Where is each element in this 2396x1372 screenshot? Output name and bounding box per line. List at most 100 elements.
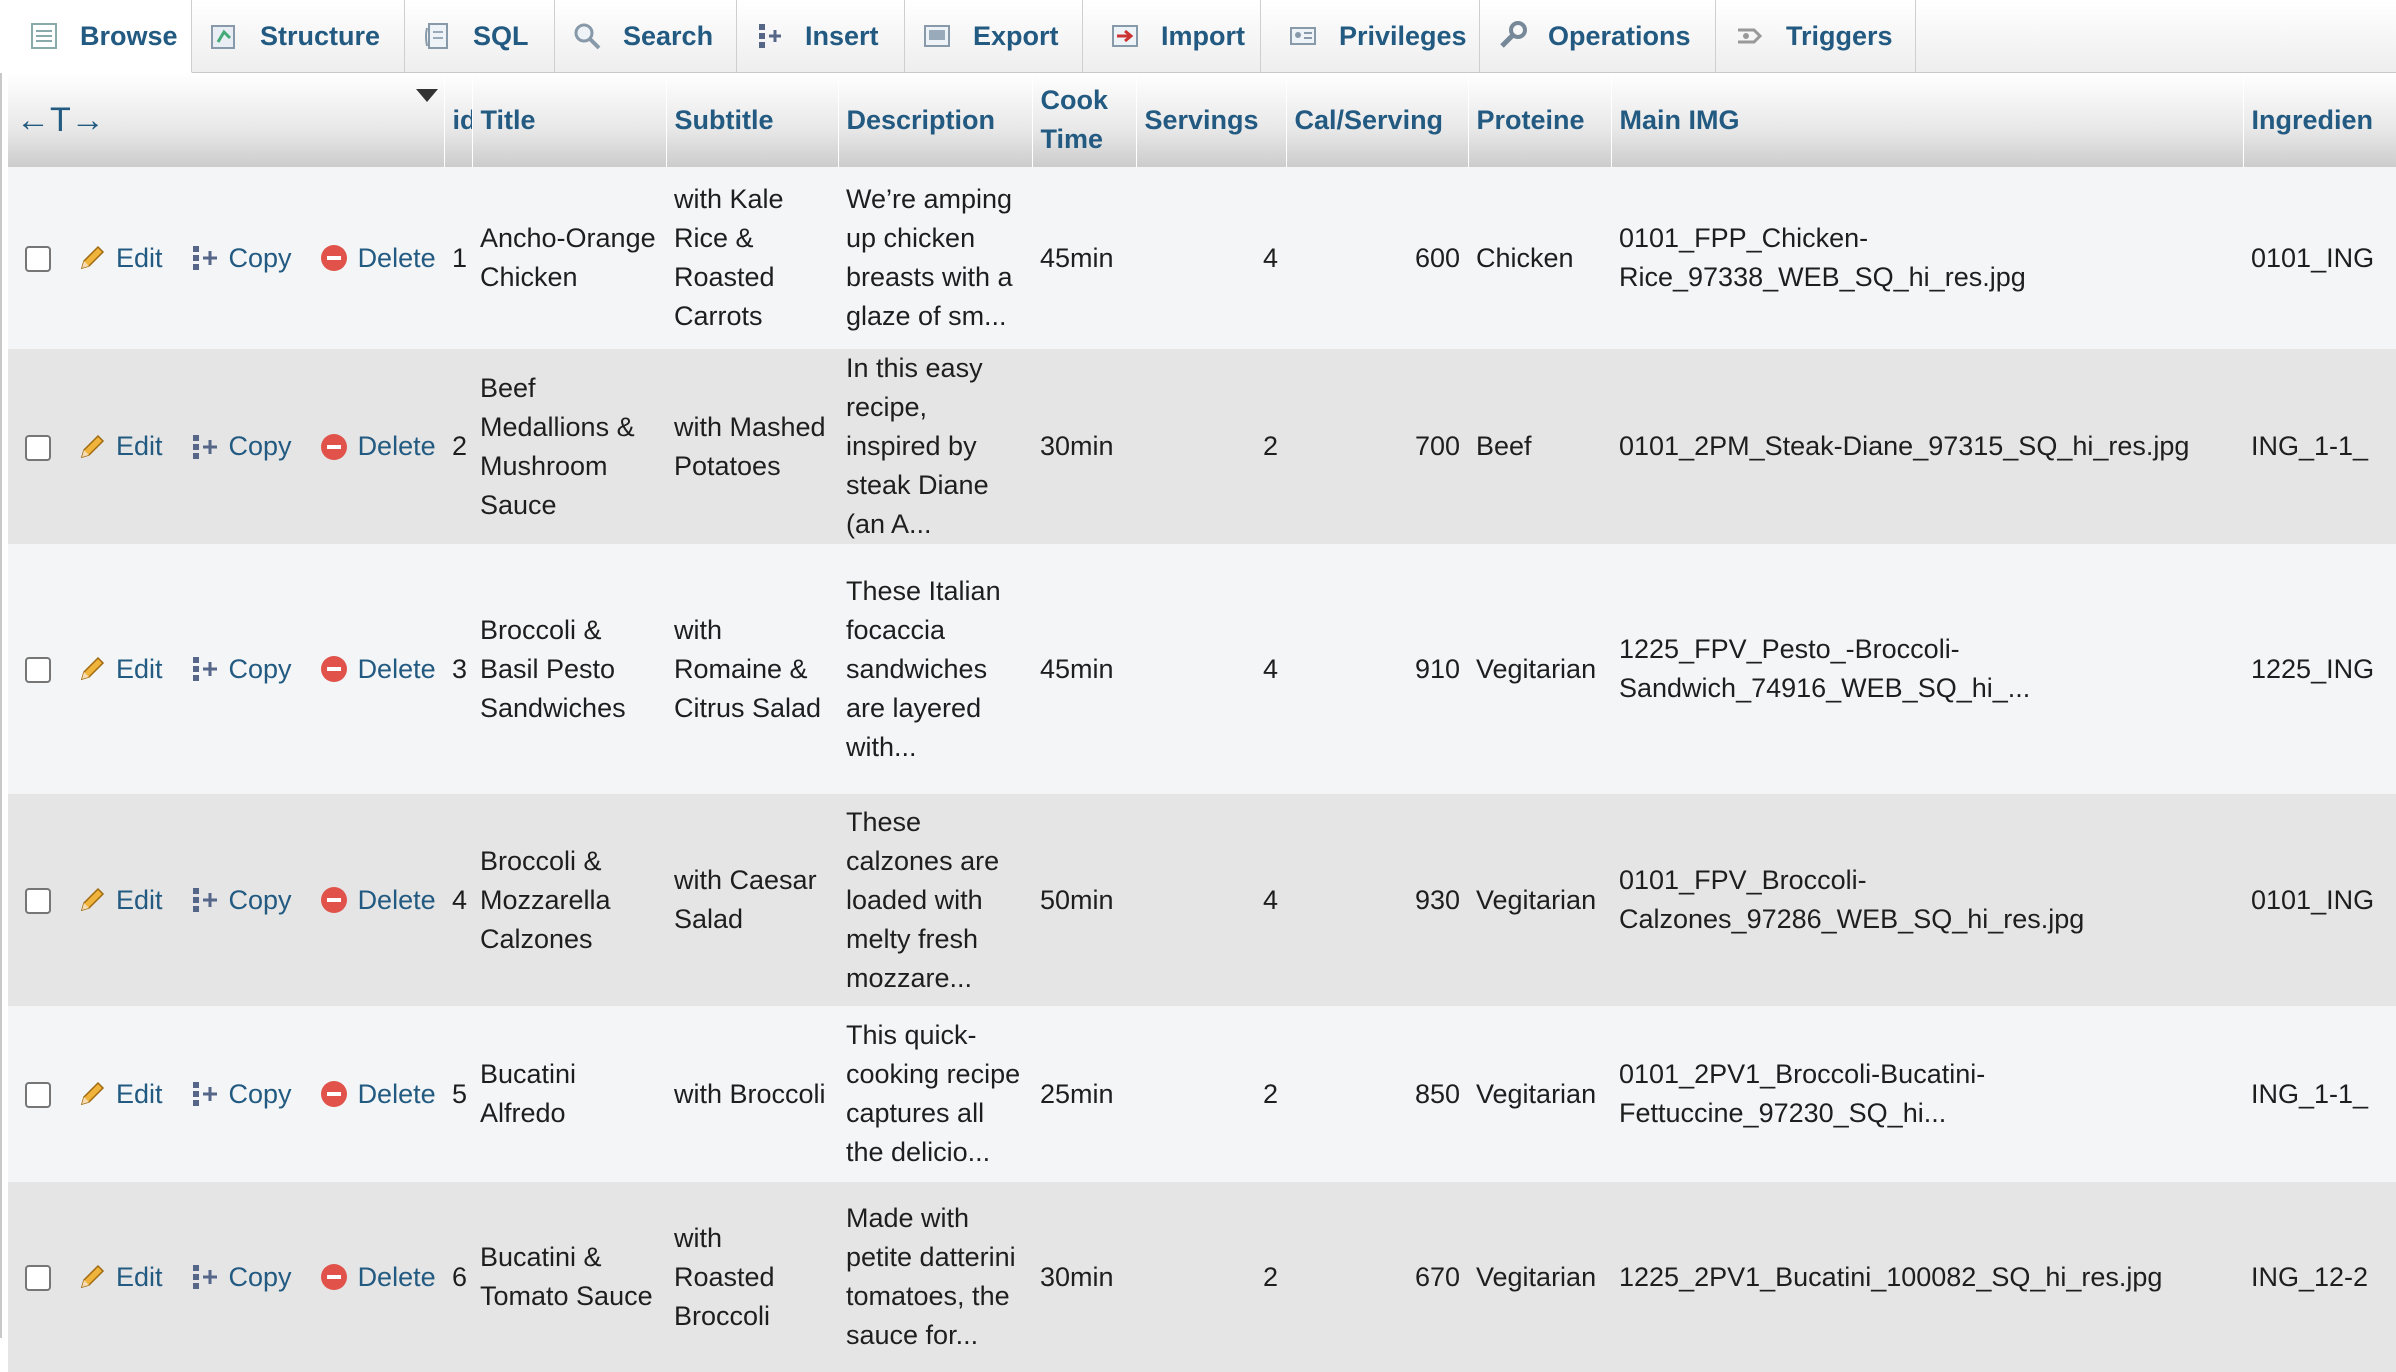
- edit-label: Edit: [116, 242, 163, 273]
- triggers-icon: [1734, 20, 1766, 52]
- copy-row-button[interactable]: Copy: [189, 881, 292, 920]
- delete-row-button[interactable]: Delete: [318, 650, 436, 689]
- cell-description: These calzones are loaded with melty fre…: [846, 806, 1000, 993]
- column-header-description[interactable]: Description: [838, 73, 1033, 167]
- tab-triggers[interactable]: Triggers: [1716, 0, 1916, 72]
- tab-privileges[interactable]: Privileges: [1261, 0, 1480, 72]
- pencil-icon: [76, 653, 108, 685]
- structure-icon: [208, 20, 240, 52]
- cell-servings: 2: [1262, 1261, 1278, 1292]
- table-row: Edit Copy Delete 5 Bucatini Alfredo with…: [8, 1006, 2396, 1182]
- delete-row-button[interactable]: Delete: [318, 1258, 436, 1297]
- tab-import-label: Import: [1161, 20, 1245, 51]
- copy-row-button[interactable]: Copy: [189, 1075, 292, 1114]
- column-header-id[interactable]: id: [444, 73, 473, 167]
- cell-subtitle: with Roasted Broccoli: [674, 1222, 775, 1331]
- row-checkbox[interactable]: [25, 434, 51, 461]
- table-row: Edit Copy Delete 3 Broccoli & Basil Pest…: [8, 544, 2396, 794]
- tab-operations[interactable]: Operations: [1480, 0, 1716, 72]
- column-header-servings[interactable]: Servings: [1136, 73, 1287, 167]
- copy-icon: [189, 653, 221, 685]
- tab-browse[interactable]: Browse: [0, 0, 192, 73]
- cell-ingredients: 0101_ING: [2251, 242, 2375, 273]
- row-checkbox[interactable]: [25, 1265, 51, 1292]
- cell-ingredients: 1225_ING: [2251, 653, 2375, 684]
- edit-row-button[interactable]: Edit: [76, 881, 163, 920]
- row-checkbox-cell: [8, 544, 68, 794]
- edit-label: Edit: [116, 1078, 163, 1109]
- copy-icon: [189, 1078, 221, 1110]
- delete-row-button[interactable]: Delete: [318, 239, 436, 278]
- copy-icon: [189, 242, 221, 274]
- row-checkbox[interactable]: [25, 657, 51, 684]
- top-tab-bar: Browse Structure SQL Search Insert Expor…: [0, 0, 2396, 73]
- search-icon: [571, 20, 603, 52]
- delete-label: Delete: [357, 653, 436, 684]
- copy-icon: [189, 884, 221, 916]
- copy-row-button[interactable]: Copy: [189, 650, 292, 689]
- sort-options-icon[interactable]: [415, 89, 438, 102]
- column-header-subtitle[interactable]: Subtitle: [666, 73, 839, 167]
- cell-cal-serving: 700: [1414, 431, 1460, 461]
- tab-search[interactable]: Search: [555, 0, 737, 72]
- cell-subtitle: with Caesar Salad: [674, 865, 817, 934]
- cell-servings: 2: [1262, 431, 1278, 461]
- tab-sql-label: SQL: [473, 20, 529, 51]
- cell-title: Bucatini Alfredo: [480, 1059, 577, 1128]
- copy-label: Copy: [228, 884, 292, 915]
- cell-cal-serving: 670: [1414, 1261, 1460, 1292]
- delete-row-button[interactable]: Delete: [318, 1075, 436, 1114]
- export-icon: [921, 20, 953, 52]
- cell-proteine: Vegitarian: [1476, 1261, 1597, 1292]
- privileges-icon: [1287, 20, 1319, 52]
- delete-row-button[interactable]: Delete: [318, 427, 436, 466]
- row-checkbox[interactable]: [25, 246, 51, 273]
- cell-id: 3: [452, 653, 468, 684]
- cell-subtitle: with Kale Rice & Roasted Carrots: [674, 184, 784, 331]
- delete-icon: [318, 431, 350, 463]
- cell-cook-time: 50min: [1040, 884, 1114, 915]
- delete-label: Delete: [357, 1261, 436, 1292]
- edit-row-button[interactable]: Edit: [76, 427, 163, 466]
- tab-import[interactable]: Import: [1083, 0, 1261, 72]
- cell-title: Bucatini & Tomato Sauce: [480, 1242, 653, 1311]
- column-header-ingredients[interactable]: Ingredien: [2243, 73, 2396, 167]
- column-header-main-img[interactable]: Main IMG: [1611, 73, 2244, 167]
- cell-description: Made with petite datterini tomatoes, the…: [846, 1203, 1016, 1350]
- cell-subtitle: with Romaine & Citrus Salad: [674, 614, 822, 723]
- edit-row-button[interactable]: Edit: [76, 1258, 163, 1297]
- cell-cook-time: 25min: [1040, 1078, 1114, 1109]
- cell-proteine: Vegitarian: [1476, 1078, 1597, 1109]
- cell-main-img: 0101_FPV_Broccoli-Calzones_97286_WEB_SQ_…: [1619, 865, 2085, 934]
- column-resize-handle[interactable]: ←T→: [8, 73, 445, 167]
- copy-row-button[interactable]: Copy: [189, 1258, 292, 1297]
- edit-row-button[interactable]: Edit: [76, 650, 163, 689]
- row-checkbox[interactable]: [25, 1082, 51, 1109]
- cell-proteine: Beef: [1476, 431, 1532, 461]
- cell-servings: 4: [1262, 884, 1278, 915]
- column-header-cook-time[interactable]: Cook Time: [1032, 73, 1137, 167]
- cell-id: 2: [452, 431, 468, 461]
- column-header-title[interactable]: Title: [472, 73, 667, 167]
- edit-row-button[interactable]: Edit: [76, 1075, 163, 1114]
- copy-row-button[interactable]: Copy: [189, 427, 292, 466]
- copy-row-button[interactable]: Copy: [189, 239, 292, 278]
- row-checkbox[interactable]: [25, 888, 51, 915]
- cell-ingredients: ING_12-2: [2251, 1261, 2369, 1292]
- edit-label: Edit: [116, 1261, 163, 1292]
- tab-structure[interactable]: Structure: [192, 0, 405, 72]
- row-checkbox-cell: [8, 794, 68, 1006]
- row-checkbox-cell: [8, 349, 68, 544]
- cell-servings: 4: [1262, 242, 1278, 273]
- column-header-proteine[interactable]: Proteine: [1468, 73, 1612, 167]
- tab-insert[interactable]: Insert: [737, 0, 905, 72]
- delete-icon: [318, 1261, 350, 1293]
- copy-label: Copy: [228, 242, 292, 273]
- column-header-cal-serving[interactable]: Cal/Serving: [1286, 73, 1469, 167]
- tab-export[interactable]: Export: [905, 0, 1083, 72]
- cell-title: Broccoli & Mozzarella Calzones: [480, 845, 611, 954]
- edit-row-button[interactable]: Edit: [76, 239, 163, 278]
- cell-cal-serving: 850: [1414, 1078, 1460, 1109]
- delete-row-button[interactable]: Delete: [318, 881, 436, 920]
- tab-sql[interactable]: SQL: [405, 0, 555, 72]
